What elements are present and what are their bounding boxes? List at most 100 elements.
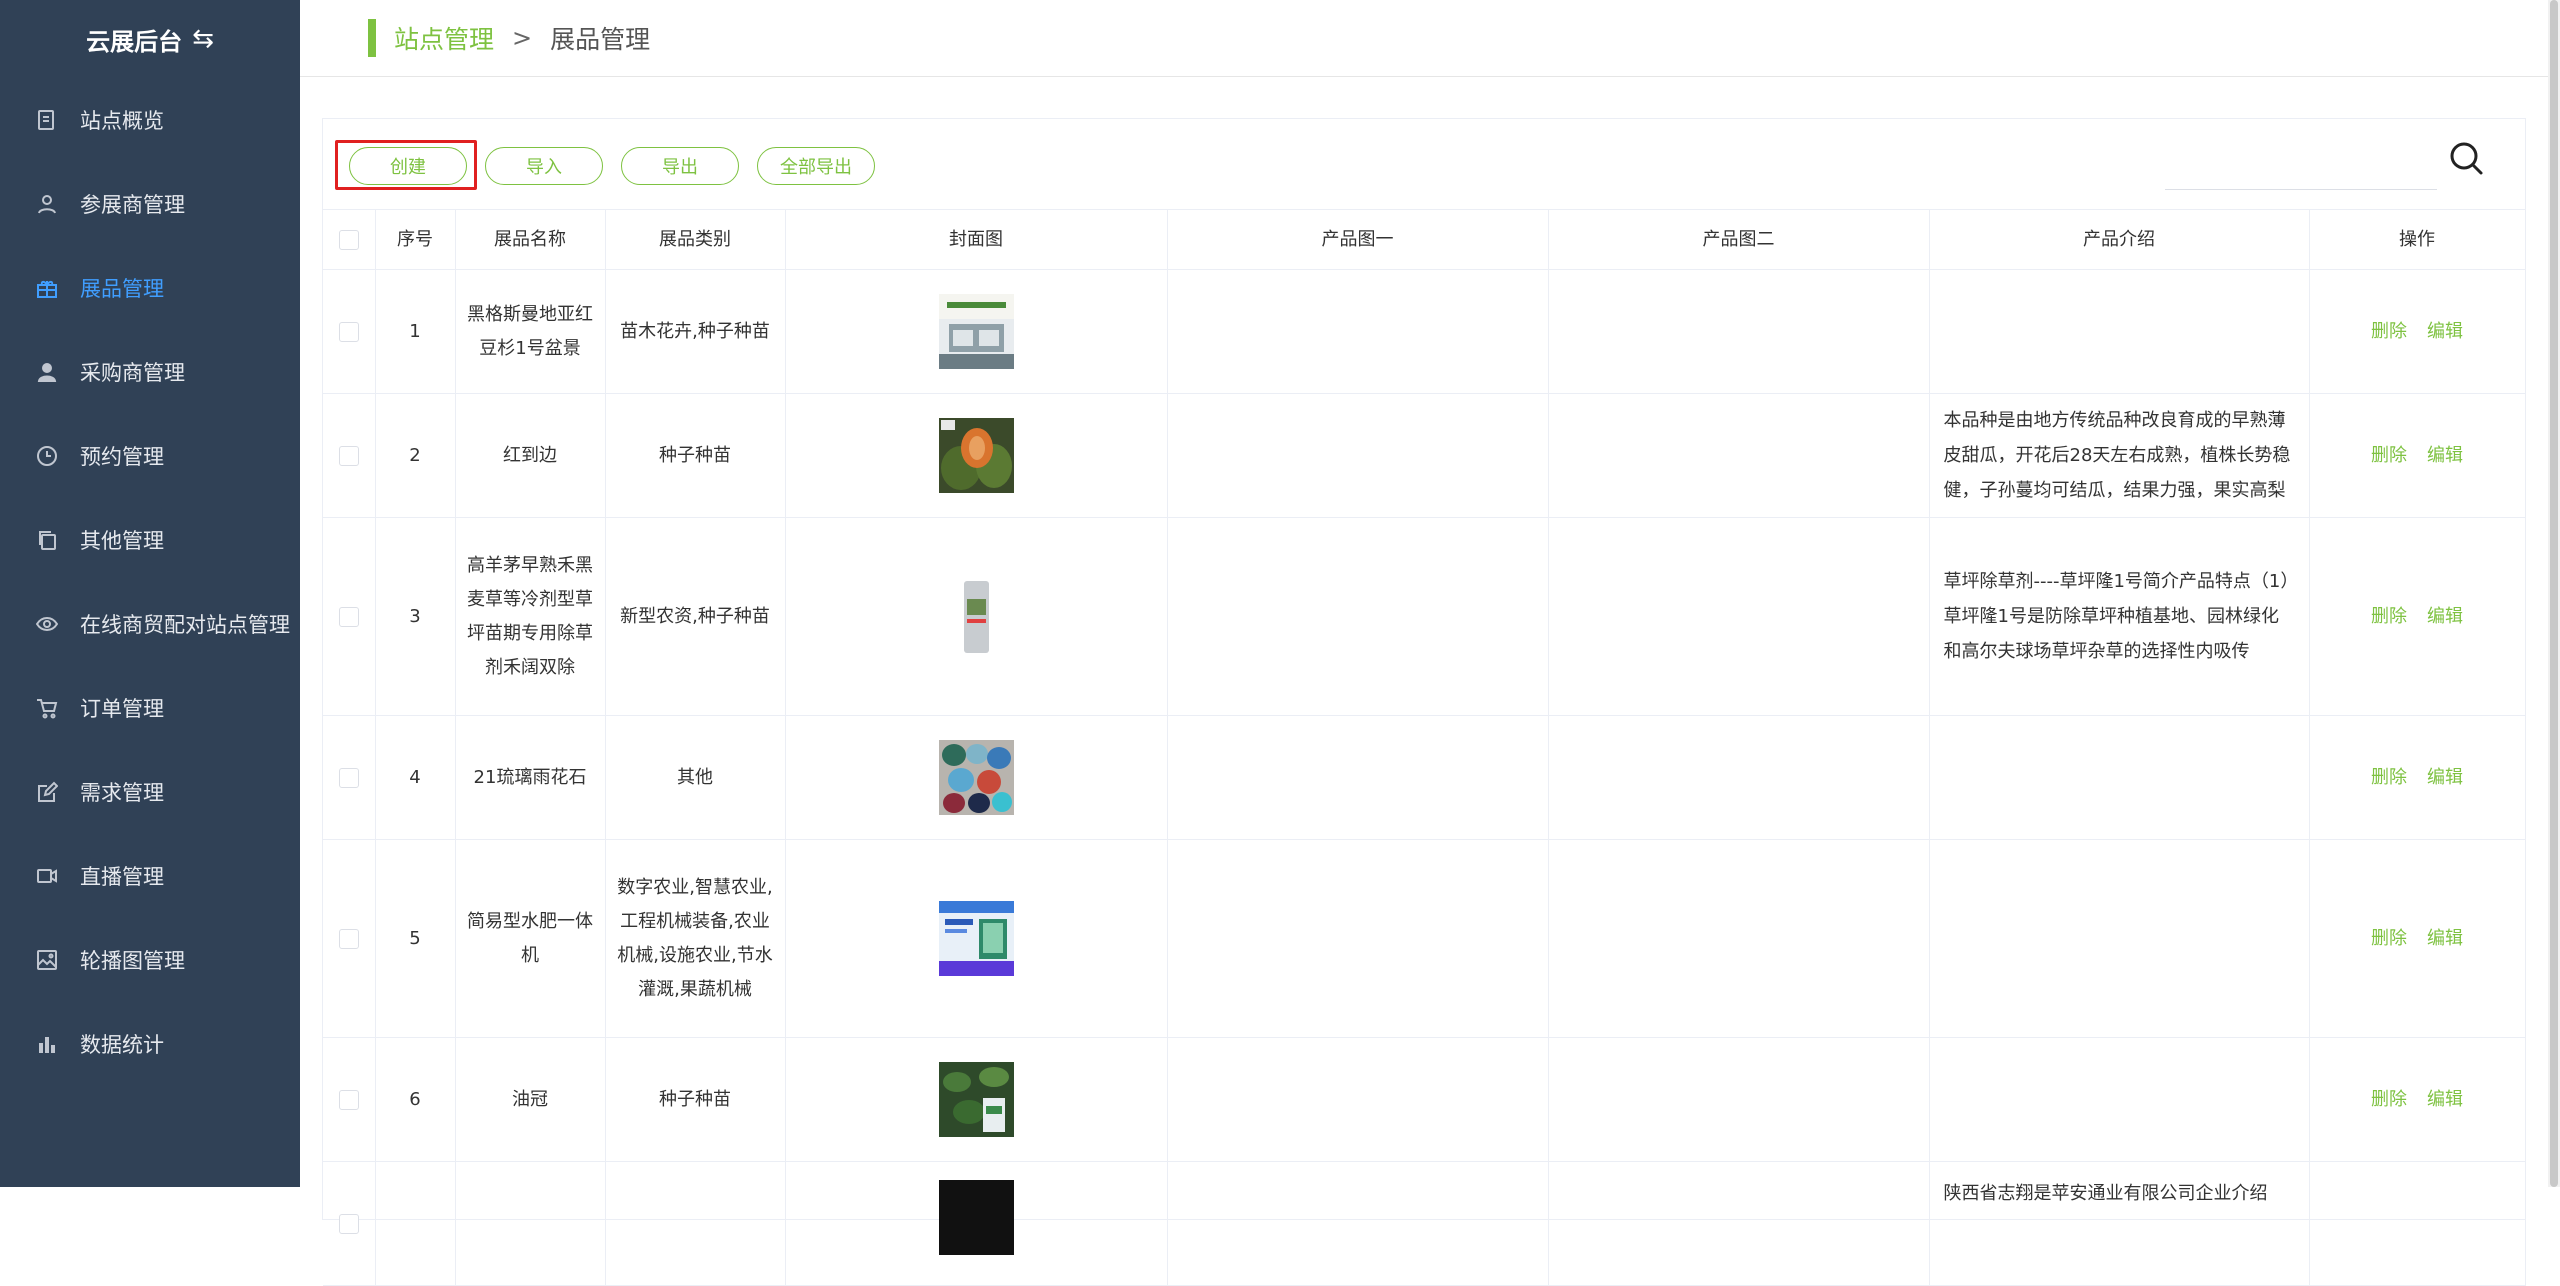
delete-link[interactable]: 删除 [2371,606,2407,627]
sidebar-item-carousel[interactable]: 轮播图管理 [0,918,300,1002]
row-category: 种子种苗 [605,393,786,518]
gift-icon [34,275,60,301]
edit-link[interactable]: 编辑 [2427,928,2463,949]
sidebar-item-label: 需求管理 [80,781,164,805]
edit-link[interactable]: 编辑 [2427,606,2463,627]
sidebar-item-label: 预约管理 [80,445,164,469]
row-image1 [1167,715,1549,840]
cover-thumbnail[interactable] [938,579,1014,654]
row-checkbox[interactable] [338,1213,359,1234]
row-checkbox[interactable] [338,606,359,627]
header-image2: 产品图二 [1548,209,1930,270]
row-image1 [1167,1037,1549,1162]
search-icon[interactable] [2447,139,2487,179]
row-actions: 删除 编辑 [2309,393,2526,518]
export-all-button[interactable]: 全部导出 [757,147,875,185]
row-cover [785,269,1168,394]
breadcrumb-separator: > [512,24,533,52]
row-intro [1929,269,2310,394]
select-all-checkbox-cell [323,209,376,270]
exhibits-card: 创建 导入 导出 全部导出 序号 展品名称 展品类别 封面图 产品图一 产品图二 [322,118,2526,1286]
swap-icon[interactable]: ⇆ [192,24,214,54]
brand-title: 云展后台 [86,27,183,56]
sidebar-item-label: 直播管理 [80,865,164,889]
cover-thumbnail[interactable] [938,1062,1014,1137]
row-cover [785,839,1168,1038]
row-name [455,1161,606,1286]
sidebar-item-trade-matching[interactable]: 在线商贸配对站点管理 [0,582,300,666]
delete-link[interactable]: 删除 [2371,321,2407,342]
sidebar-item-orders[interactable]: 订单管理 [0,666,300,750]
person-icon [34,359,60,385]
row-image1 [1167,393,1549,518]
table-row: 5 简易型水肥一体机 数字农业,智慧农业,工程机械装备,农业机械,设施农业,节水… [323,839,2526,1038]
sidebar-item-site-overview[interactable]: 站点概览 [0,78,300,162]
select-all-checkbox[interactable] [338,229,359,250]
edit-link[interactable]: 编辑 [2427,445,2463,466]
header-category: 展品类别 [605,209,786,270]
row-actions: 删除 编辑 [2309,839,2526,1038]
sidebar-item-label: 数据统计 [80,1033,164,1057]
row-index: 1 [375,269,456,394]
row-image1 [1167,1161,1549,1286]
row-checkbox[interactable] [338,445,359,466]
sidebar-item-label: 站点概览 [80,109,164,133]
row-intro [1929,1037,2310,1162]
table-row: 4 21琉璃雨花石 其他 删除 编辑 [323,715,2526,840]
sidebar-item-label: 参展商管理 [80,193,185,217]
row-checkbox[interactable] [338,928,359,949]
row-index [375,1161,456,1286]
cover-thumbnail[interactable] [938,1180,1014,1255]
table-header-row: 序号 展品名称 展品类别 封面图 产品图一 产品图二 产品介绍 操作 [323,209,2526,270]
row-actions: 删除 编辑 [2309,517,2526,716]
sidebar-item-exhibits[interactable]: 展品管理 [0,246,300,330]
sidebar-item-appointments[interactable]: 预约管理 [0,414,300,498]
row-image1 [1167,269,1549,394]
cover-thumbnail[interactable] [938,294,1014,369]
edit-link[interactable]: 编辑 [2427,1089,2463,1110]
scrollbar-thumb[interactable] [2550,0,2558,1187]
sidebar-item-others[interactable]: 其他管理 [0,498,300,582]
row-category: 其他 [605,715,786,840]
sidebar-item-label: 轮播图管理 [80,949,185,973]
row-checkbox[interactable] [338,767,359,788]
bar-chart-icon [34,1031,60,1057]
edit-link[interactable]: 编辑 [2427,321,2463,342]
sidebar-item-exhibitors[interactable]: 参展商管理 [0,162,300,246]
row-checkbox[interactable] [338,1089,359,1110]
row-intro: 陕西省志翔是苹安通业有限公司企业介绍 [1929,1161,2310,1286]
sidebar-item-live[interactable]: 直播管理 [0,834,300,918]
row-image1 [1167,517,1549,716]
row-image2 [1548,1161,1930,1286]
toolbar: 创建 导入 导出 全部导出 [323,119,2525,209]
cover-thumbnail[interactable] [938,418,1014,493]
create-button[interactable]: 创建 [349,147,467,185]
scrollbar[interactable] [2548,0,2560,1187]
cover-thumbnail[interactable] [938,740,1014,815]
delete-link[interactable]: 删除 [2371,928,2407,949]
breadcrumb-parent-link[interactable]: 站点管理 [394,20,494,56]
sidebar-item-label: 其他管理 [80,529,164,553]
delete-link[interactable]: 删除 [2371,445,2407,466]
row-intro: 草坪除草剂----草坪隆1号简介产品特点（1）草坪隆1号是防除草坪种植基地、园林… [1929,517,2310,716]
sidebar-item-demands[interactable]: 需求管理 [0,750,300,834]
row-category: 种子种苗 [605,1037,786,1162]
row-index: 6 [375,1037,456,1162]
exhibits-table: 序号 展品名称 展品类别 封面图 产品图一 产品图二 产品介绍 操作 1 黑格斯… [323,209,2526,1286]
row-category: 数字农业,智慧农业,工程机械装备,农业机械,设施农业,节水灌溉,果蔬机械 [605,839,786,1038]
export-button[interactable]: 导出 [621,147,739,185]
row-category: 苗木花卉,种子种苗 [605,269,786,394]
sidebar-item-statistics[interactable]: 数据统计 [0,1002,300,1086]
edit-link[interactable]: 编辑 [2427,767,2463,788]
import-button[interactable]: 导入 [485,147,603,185]
search-input[interactable] [2165,147,2441,191]
sidebar-item-buyers[interactable]: 采购商管理 [0,330,300,414]
cover-thumbnail[interactable] [938,901,1014,976]
delete-link[interactable]: 删除 [2371,767,2407,788]
row-checkbox[interactable] [338,321,359,342]
row-image2 [1548,1037,1930,1162]
header-index: 序号 [375,209,456,270]
table-row: 1 黑格斯曼地亚红豆杉1号盆景 苗木花卉,种子种苗 删除 编辑 [323,269,2526,394]
video-icon [34,863,60,889]
delete-link[interactable]: 删除 [2371,1089,2407,1110]
